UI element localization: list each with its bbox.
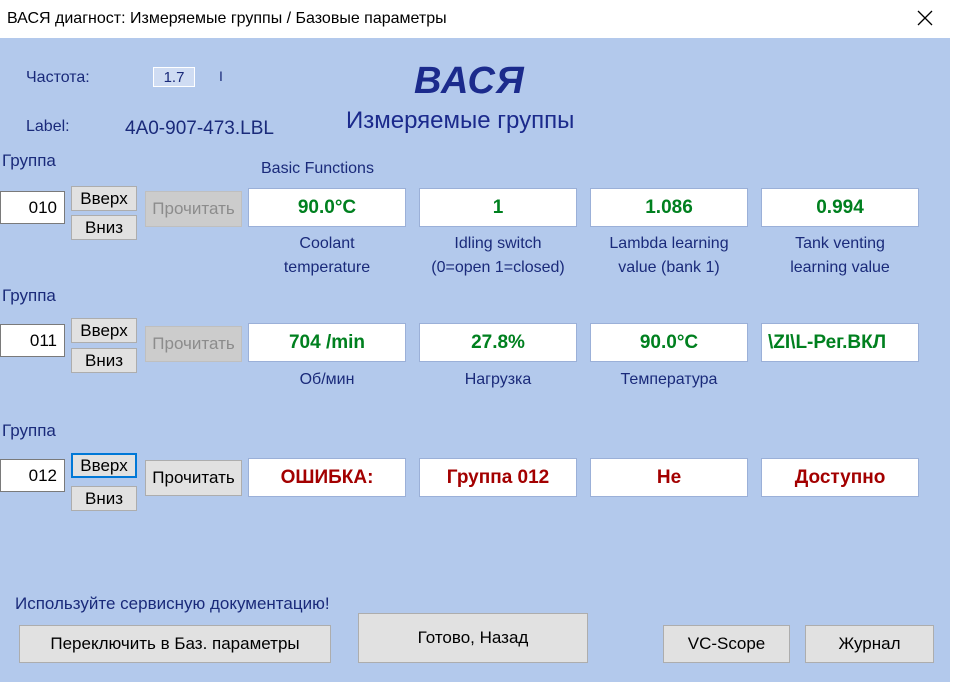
value-field: ОШИБКА:	[248, 458, 406, 497]
group-up-button[interactable]: Вверх	[71, 318, 137, 343]
read-button[interactable]: Прочитать	[145, 326, 242, 362]
value-caption: Coolant temperature	[283, 235, 371, 276]
value-field: 90.0°C	[590, 323, 748, 362]
group-label: Группа	[2, 151, 56, 170]
window-title: ВАСЯ диагност: Измеряемые группы / Базов…	[7, 10, 447, 27]
value-caption: Нагрузка	[464, 371, 532, 388]
value-field: Доступно	[761, 458, 919, 497]
value-caption: Idling switch (0=open 1=closed)	[431, 235, 565, 276]
group-up-button[interactable]: Вверх	[71, 186, 137, 211]
read-button[interactable]: Прочитать	[145, 460, 242, 496]
value-field: 90.0°C	[248, 188, 406, 227]
group-label: Группа	[2, 286, 56, 305]
frequency-value: 1.7	[153, 67, 195, 87]
value-field: Не	[590, 458, 748, 497]
group-up-button[interactable]: Вверх	[71, 453, 137, 478]
value-caption: Температура	[620, 371, 718, 388]
switch-basic-params-button[interactable]: Переключить в Баз. параметры	[19, 625, 331, 663]
label-file: 4A0-907-473.LBL	[125, 118, 274, 139]
group-down-button[interactable]: Вниз	[71, 215, 137, 240]
group-down-button[interactable]: Вниз	[71, 348, 137, 373]
value-caption: Lambda learning value (bank 1)	[609, 235, 729, 276]
value-caption: Об/мин	[299, 371, 355, 388]
page-subtitle: Измеряемые группы	[346, 107, 575, 134]
group-label: Группа	[2, 421, 56, 440]
app-logo: ВАСЯ	[414, 60, 525, 102]
group-down-button[interactable]: Вниз	[71, 486, 137, 511]
value-field: \ZI\L-Рег.ВКЛ	[761, 323, 919, 362]
service-notice: Используйте сервисную документацию!	[15, 594, 330, 613]
value-field: 1	[419, 188, 577, 227]
value-field: 0.994	[761, 188, 919, 227]
group-number-input[interactable]: 012	[0, 459, 65, 492]
label-caption: Label:	[26, 118, 70, 135]
frequency-label: Частота:	[26, 69, 90, 86]
group-number-input[interactable]: 011	[0, 324, 65, 357]
value-caption: Tank venting learning value	[790, 235, 890, 276]
value-field: 704 /min	[248, 323, 406, 362]
close-icon[interactable]	[910, 5, 940, 33]
value-field: 1.086	[590, 188, 748, 227]
done-back-button[interactable]: Готово, Назад	[358, 613, 588, 663]
vc-scope-button[interactable]: VC-Scope	[663, 625, 790, 663]
frequency-marker: I	[219, 68, 223, 84]
value-field: Группа 012	[419, 458, 577, 497]
log-button[interactable]: Журнал	[805, 625, 934, 663]
group-number-input[interactable]: 010	[0, 191, 65, 224]
mode-label: Basic Functions	[261, 160, 374, 177]
value-field: 27.8%	[419, 323, 577, 362]
read-button[interactable]: Прочитать	[145, 191, 242, 227]
